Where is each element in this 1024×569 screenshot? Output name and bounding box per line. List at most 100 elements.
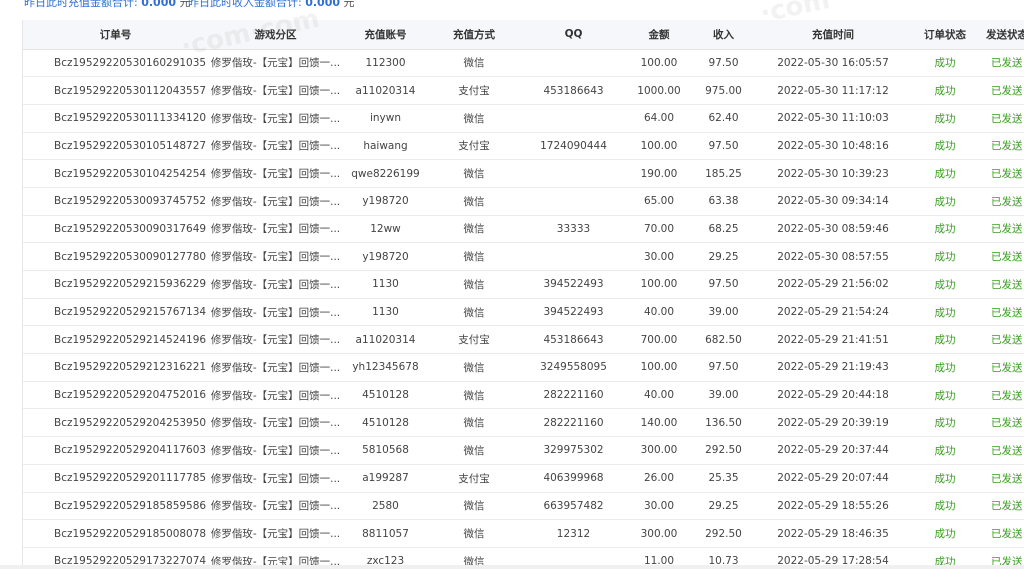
cell-account: inywn [343, 104, 428, 133]
cell-status: 成功 [910, 187, 980, 216]
cell-status: 成功 [910, 464, 980, 493]
cell-qq [520, 159, 627, 188]
cell-account: 2580 [343, 492, 428, 521]
cell-game-zone: 修罗偕玫-【元宝】回馈一... [208, 104, 343, 133]
cell-account: 4510128 [343, 381, 428, 410]
table-row[interactable]: Bcz19529220530093745752 修罗偕玫-【元宝】回馈一... y1… [23, 187, 1024, 216]
cell-method: 微信 [428, 519, 520, 548]
cell-qq: 282221160 [520, 408, 627, 438]
cell-send-status: 已发送 [980, 159, 1024, 188]
cell-order-no: Bcz19529220529185008078 [23, 519, 208, 548]
table-row[interactable]: Bcz19529220529214524196 修罗偕玫-【元宝】回馈一... a1… [23, 325, 1024, 355]
header-send-status[interactable]: 发送状态 [980, 20, 1024, 50]
cell-time: 2022-05-30 09:34:14 [756, 187, 910, 216]
cell-method: 微信 [428, 353, 520, 382]
cell-time: 2022-05-29 20:39:19 [756, 408, 910, 438]
cell-account: y198720 [343, 187, 428, 216]
table-row[interactable]: Bcz19529220529201117785 修罗偕玫-【元宝】回馈一... a1… [23, 464, 1024, 493]
cell-income: 97.50 [691, 270, 756, 299]
header-status[interactable]: 订单状态 [910, 20, 980, 50]
header-method[interactable]: 充值方式 [428, 20, 520, 50]
table-row[interactable]: Bcz19529220529185859586 修罗偕玫-【元宝】回馈一... 25… [23, 492, 1024, 521]
cell-game-zone: 修罗偕玫-【元宝】回馈一... [208, 381, 343, 410]
table-row[interactable]: Bcz19529220530090127780 修罗偕玫-【元宝】回馈一... y1… [23, 242, 1024, 271]
cell-amount: 100.00 [627, 132, 691, 161]
header-qq[interactable]: QQ [520, 20, 627, 50]
table-header-row: 订单号 游戏分区 充值账号 充值方式 QQ 金额 收入 充值时间 订单状态 发送… [23, 20, 1024, 50]
cell-account: a11020314 [343, 325, 428, 355]
cell-send-status: 已发送 [980, 325, 1024, 355]
table-row[interactable]: Bcz19529220529212316221 修罗偕玫-【元宝】回馈一... yh… [23, 353, 1024, 382]
cell-send-status: 已发送 [980, 353, 1024, 382]
cell-qq: 329975302 [520, 436, 627, 465]
cell-qq: 406399968 [520, 464, 627, 493]
table-row[interactable]: Bcz19529220530090317649 修罗偕玫-【元宝】回馈一... 12… [23, 215, 1024, 244]
cell-income: 97.50 [691, 49, 756, 78]
cell-method: 微信 [428, 381, 520, 410]
cell-income: 97.50 [691, 132, 756, 161]
recharge-summary-label: 昨日此时充值金额合计: [24, 0, 138, 9]
cell-time: 2022-05-30 08:57:55 [756, 242, 910, 271]
cell-amount: 300.00 [627, 436, 691, 465]
cell-status: 成功 [910, 298, 980, 327]
table-row[interactable]: Bcz19529220529204117603 修罗偕玫-【元宝】回馈一... 58… [23, 436, 1024, 465]
table-row[interactable]: Bcz19529220529185008078 修罗偕玫-【元宝】回馈一... 88… [23, 519, 1024, 548]
header-order-no[interactable]: 订单号 [23, 20, 208, 50]
table-row[interactable]: Bcz19529220530105148727 修罗偕玫-【元宝】回馈一... ha… [23, 132, 1024, 161]
cell-amount: 100.00 [627, 49, 691, 78]
cell-qq [520, 49, 627, 78]
cell-amount: 100.00 [627, 353, 691, 382]
cell-send-status: 已发送 [980, 187, 1024, 216]
cell-order-no: Bcz19529220529201117785 [23, 464, 208, 493]
cell-status: 成功 [910, 132, 980, 161]
cell-game-zone: 修罗偕玫-【元宝】回馈一... [208, 519, 343, 548]
cell-order-no: Bcz19529220530112043557 [23, 76, 208, 105]
cell-qq: 453186643 [520, 325, 627, 355]
cell-method: 微信 [428, 436, 520, 465]
table-row[interactable]: Bcz19529220530160291035 修罗偕玫-【元宝】回馈一... 11… [23, 49, 1024, 78]
cell-qq: 394522493 [520, 270, 627, 299]
cell-income: 62.40 [691, 104, 756, 133]
cell-send-status: 已发送 [980, 104, 1024, 133]
cell-qq: 394522493 [520, 298, 627, 327]
table-row[interactable]: Bcz19529220529215767134 修罗偕玫-【元宝】回馈一... 11… [23, 298, 1024, 327]
orders-table-container[interactable]: 订单号 游戏分区 充值账号 充值方式 QQ 金额 收入 充值时间 订单状态 发送… [22, 20, 1024, 569]
table-row[interactable]: Bcz19529220529204253950 修罗偕玫-【元宝】回馈一... 45… [23, 408, 1024, 438]
cell-order-no: Bcz19529220530111334120 [23, 104, 208, 133]
table-row[interactable]: Bcz19529220530104254254 修罗偕玫-【元宝】回馈一... qw… [23, 159, 1024, 188]
cell-time: 2022-05-29 20:37:44 [756, 436, 910, 465]
cell-method: 支付宝 [428, 325, 520, 355]
cell-order-no: Bcz19529220530093745752 [23, 187, 208, 216]
header-amount[interactable]: 金额 [627, 20, 691, 50]
cell-game-zone: 修罗偕玫-【元宝】回馈一... [208, 270, 343, 299]
table-row[interactable]: Bcz19529220530112043557 修罗偕玫-【元宝】回馈一... a1… [23, 76, 1024, 105]
cell-income: 97.50 [691, 353, 756, 382]
cell-amount: 300.00 [627, 519, 691, 548]
cell-income: 39.00 [691, 298, 756, 327]
cell-time: 2022-05-29 21:54:24 [756, 298, 910, 327]
cell-game-zone: 修罗偕玫-【元宝】回馈一... [208, 436, 343, 465]
cell-account: yh12345678 [343, 353, 428, 382]
cell-amount: 30.00 [627, 242, 691, 271]
cell-amount: 64.00 [627, 104, 691, 133]
header-account[interactable]: 充值账号 [343, 20, 428, 50]
cell-status: 成功 [910, 159, 980, 188]
cell-income: 68.25 [691, 215, 756, 244]
income-summary-label: 昨日此时收入金额合计: [188, 0, 302, 9]
header-income[interactable]: 收入 [691, 20, 756, 50]
cell-income: 292.50 [691, 519, 756, 548]
cell-method: 微信 [428, 104, 520, 133]
cell-account: 8811057 [343, 519, 428, 548]
cell-qq: 453186643 [520, 76, 627, 105]
income-summary-value: 0.000 [305, 0, 341, 9]
cell-send-status: 已发送 [980, 492, 1024, 521]
header-game-zone[interactable]: 游戏分区 [208, 20, 343, 50]
header-time[interactable]: 充值时间 [756, 20, 910, 50]
cell-game-zone: 修罗偕玫-【元宝】回馈一... [208, 132, 343, 161]
cell-status: 成功 [910, 353, 980, 382]
table-row[interactable]: Bcz19529220529204752016 修罗偕玫-【元宝】回馈一... 45… [23, 381, 1024, 410]
cell-order-no: Bcz19529220529215936229 [23, 270, 208, 299]
cell-order-no: Bcz19529220530090317649 [23, 215, 208, 244]
table-row[interactable]: Bcz19529220529215936229 修罗偕玫-【元宝】回馈一... 11… [23, 270, 1024, 299]
table-row[interactable]: Bcz19529220530111334120 修罗偕玫-【元宝】回馈一... in… [23, 104, 1024, 133]
